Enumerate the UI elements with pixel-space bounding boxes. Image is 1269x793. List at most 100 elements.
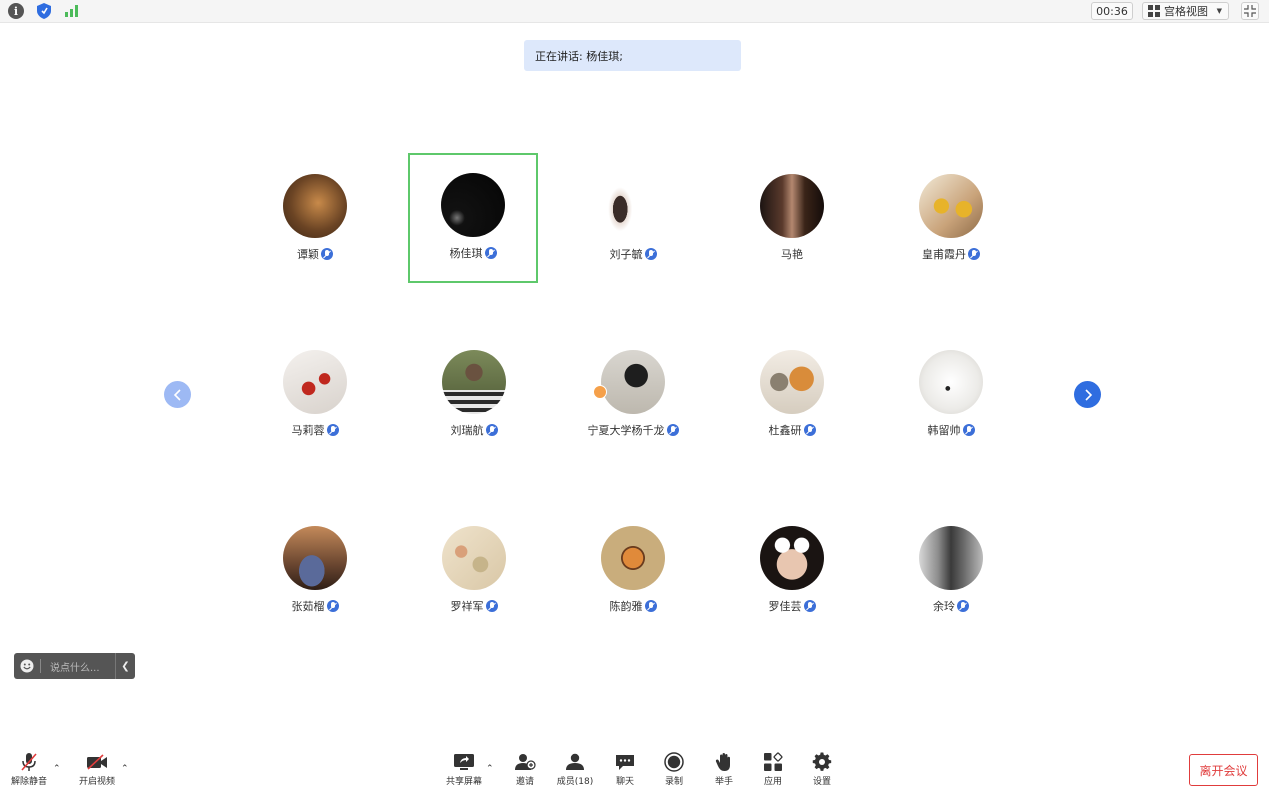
participant-tile[interactable]: 刘瑞航 xyxy=(409,330,539,460)
avatar xyxy=(601,526,665,590)
avatar xyxy=(919,174,983,238)
mic-icon xyxy=(485,600,498,612)
avatar xyxy=(919,350,983,414)
previous-page-button[interactable] xyxy=(164,381,191,408)
host-badge-icon xyxy=(593,385,607,399)
chat-icon xyxy=(614,752,636,772)
participant-tile[interactable]: 刘子毓 xyxy=(568,154,698,284)
participant-tile[interactable]: 皇甫霞丹 xyxy=(886,154,1016,284)
record-icon xyxy=(663,752,685,772)
raise-hand-button[interactable]: 举手 xyxy=(704,752,744,787)
members-icon xyxy=(564,752,586,772)
mic-icon xyxy=(803,600,816,612)
view-mode-label: 宫格视图 xyxy=(1164,5,1208,18)
mic-icon xyxy=(962,424,975,436)
unmute-button[interactable]: 解除静音 xyxy=(9,752,49,787)
audio-options-chevron-icon[interactable]: ⌃ xyxy=(53,764,61,774)
participant-tile[interactable]: 杜鑫研 xyxy=(727,330,857,460)
mic-muted-icon xyxy=(18,752,40,772)
shield-icon[interactable] xyxy=(36,3,52,19)
chat-input-pill[interactable]: 说点什么... ❮ xyxy=(14,653,135,679)
participant-tile[interactable]: 余玲 xyxy=(886,506,1016,636)
apps-label: 应用 xyxy=(763,777,782,787)
participant-name: 陈韵雅 xyxy=(548,598,718,614)
members-button[interactable]: 成员(18) xyxy=(555,752,595,787)
collapse-chevron-icon[interactable]: ❮ xyxy=(115,653,135,679)
participant-name: 宁夏大学杨千龙 xyxy=(548,422,718,438)
avatar xyxy=(442,526,506,590)
leave-meeting-button[interactable]: 离开会议 xyxy=(1189,754,1258,786)
mic-icon xyxy=(644,600,657,612)
start-video-label: 开启视频 xyxy=(78,777,115,787)
share-screen-label: 共享屏幕 xyxy=(445,777,482,787)
settings-label: 设置 xyxy=(812,777,831,787)
avatar xyxy=(601,350,665,414)
participant-tile[interactable]: 马莉蓉 xyxy=(250,330,380,460)
participant-tile[interactable]: 罗佳芸 xyxy=(727,506,857,636)
record-button[interactable]: 录制 xyxy=(654,752,694,787)
meeting-timer: 00:36 xyxy=(1091,2,1133,20)
participant-name: 刘子毓 xyxy=(548,246,718,262)
participant-name: 杜鑫研 xyxy=(707,422,877,438)
share-options-chevron-icon[interactable]: ⌃ xyxy=(486,764,494,774)
avatar xyxy=(283,174,347,238)
top-bar: i 00:36 宫格视图 ▼ xyxy=(0,0,1269,23)
participant-tile-active-speaker[interactable]: 杨佳琪 xyxy=(408,153,538,283)
speaking-banner: 正在讲话: 杨佳琪; xyxy=(524,40,741,71)
gear-icon xyxy=(811,752,833,772)
camera-off-icon xyxy=(86,752,108,772)
chevron-right-icon xyxy=(1084,388,1092,401)
meeting-window: i 00:36 宫格视图 ▼ 正在讲话: 杨佳琪; 谭颖 杨佳琪 刘子毓 马艳 … xyxy=(0,0,1269,793)
video-options-chevron-icon[interactable]: ⌃ xyxy=(121,764,129,774)
view-mode-select[interactable]: 宫格视图 ▼ xyxy=(1142,2,1229,20)
participant-name: 罗祥军 xyxy=(389,598,559,614)
participant-tile[interactable]: 罗祥军 xyxy=(409,506,539,636)
avatar xyxy=(760,350,824,414)
signal-icon[interactable] xyxy=(64,3,80,19)
participant-name: 罗佳芸 xyxy=(707,598,877,614)
mic-icon xyxy=(326,600,339,612)
mic-icon xyxy=(803,424,816,436)
settings-button[interactable]: 设置 xyxy=(802,752,842,787)
participant-name: 韩留帅 xyxy=(866,422,1036,438)
chat-button[interactable]: 聊天 xyxy=(605,752,645,787)
share-screen-icon xyxy=(453,752,475,772)
participant-name: 余玲 xyxy=(866,598,1036,614)
mic-icon xyxy=(968,248,980,260)
mic-icon xyxy=(957,600,969,612)
emoji-icon[interactable] xyxy=(14,659,40,673)
members-label: 成员(18) xyxy=(556,777,594,787)
mic-icon xyxy=(666,424,679,436)
mic-icon xyxy=(326,424,339,436)
chevron-left-icon xyxy=(173,388,181,401)
next-page-button[interactable] xyxy=(1074,381,1101,408)
chat-label: 聊天 xyxy=(615,777,634,787)
participant-name: 皇甫霞丹 xyxy=(866,246,1036,262)
participant-tile[interactable]: 谭颖 xyxy=(250,154,380,284)
participant-name: 谭颖 xyxy=(230,246,400,262)
invite-button[interactable]: 邀请 xyxy=(505,752,545,787)
participant-tile[interactable]: 韩留帅 xyxy=(886,330,1016,460)
participant-tile[interactable]: 陈韵雅 xyxy=(568,506,698,636)
raise-hand-icon xyxy=(713,752,735,772)
participant-tile[interactable]: 张茹榴 xyxy=(250,506,380,636)
participant-tile[interactable]: 宁夏大学杨千龙 xyxy=(568,330,698,460)
invite-label: 邀请 xyxy=(515,777,534,787)
participant-tile[interactable]: 马艳 xyxy=(727,154,857,284)
avatar xyxy=(283,350,347,414)
info-icon[interactable]: i xyxy=(8,3,24,19)
avatar xyxy=(441,173,505,237)
exit-fullscreen-icon[interactable] xyxy=(1241,2,1259,20)
chat-input[interactable]: 说点什么... xyxy=(41,659,115,674)
participant-name: 马艳 xyxy=(781,248,803,261)
start-video-button[interactable]: 开启视频 xyxy=(77,752,117,787)
raise-hand-label: 举手 xyxy=(714,777,733,787)
avatar xyxy=(601,174,665,238)
share-screen-button[interactable]: 共享屏幕 xyxy=(444,752,484,787)
mic-icon xyxy=(484,247,497,259)
participant-name: 张茹榴 xyxy=(230,598,400,614)
apps-button[interactable]: 应用 xyxy=(753,752,793,787)
avatar xyxy=(919,526,983,590)
add-user-icon xyxy=(514,752,536,772)
apps-icon xyxy=(762,752,784,772)
